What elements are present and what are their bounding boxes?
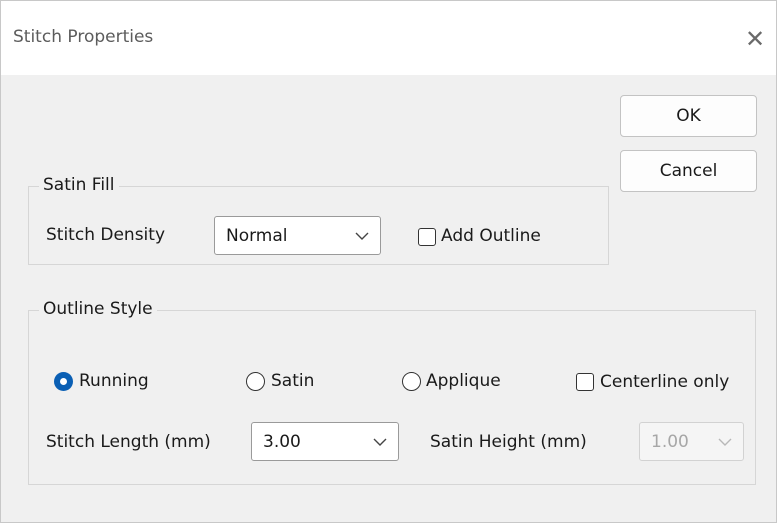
satin-fill-legend: Satin Fill — [39, 175, 119, 195]
add-outline-label[interactable]: Add Outline — [441, 226, 541, 246]
stitch-density-value: Normal — [226, 226, 288, 246]
satin-height-select: 1.00 — [639, 422, 744, 461]
running-radio[interactable] — [54, 372, 73, 391]
applique-radio[interactable] — [402, 372, 421, 391]
satin-radio[interactable] — [246, 372, 265, 391]
outline-style-legend: Outline Style — [39, 299, 157, 319]
ok-button[interactable]: OK — [620, 95, 757, 137]
stitch-properties-dialog: Stitch Properties ✕ OK Cancel Satin Fill… — [0, 0, 777, 523]
applique-label[interactable]: Applique — [426, 371, 501, 391]
close-icon[interactable]: ✕ — [741, 25, 769, 53]
add-outline-checkbox[interactable] — [418, 228, 436, 246]
satin-height-label: Satin Height (mm) — [430, 432, 587, 452]
title-bar: Stitch Properties ✕ — [1, 1, 776, 75]
chevron-down-icon — [373, 438, 387, 446]
satin-label[interactable]: Satin — [271, 371, 314, 391]
chevron-down-icon — [718, 438, 732, 446]
running-label[interactable]: Running — [79, 371, 149, 391]
chevron-down-icon — [355, 232, 369, 240]
centerline-only-label[interactable]: Centerline only — [600, 372, 729, 392]
stitch-density-select[interactable]: Normal — [214, 216, 381, 255]
stitch-length-value: 3.00 — [263, 432, 301, 452]
window-title: Stitch Properties — [13, 27, 154, 47]
stitch-density-label: Stitch Density — [46, 225, 165, 245]
stitch-length-label: Stitch Length (mm) — [46, 432, 211, 452]
satin-height-value: 1.00 — [651, 432, 689, 452]
cancel-button[interactable]: Cancel — [620, 150, 757, 192]
centerline-only-checkbox[interactable] — [576, 373, 594, 391]
stitch-length-select[interactable]: 3.00 — [251, 422, 399, 461]
